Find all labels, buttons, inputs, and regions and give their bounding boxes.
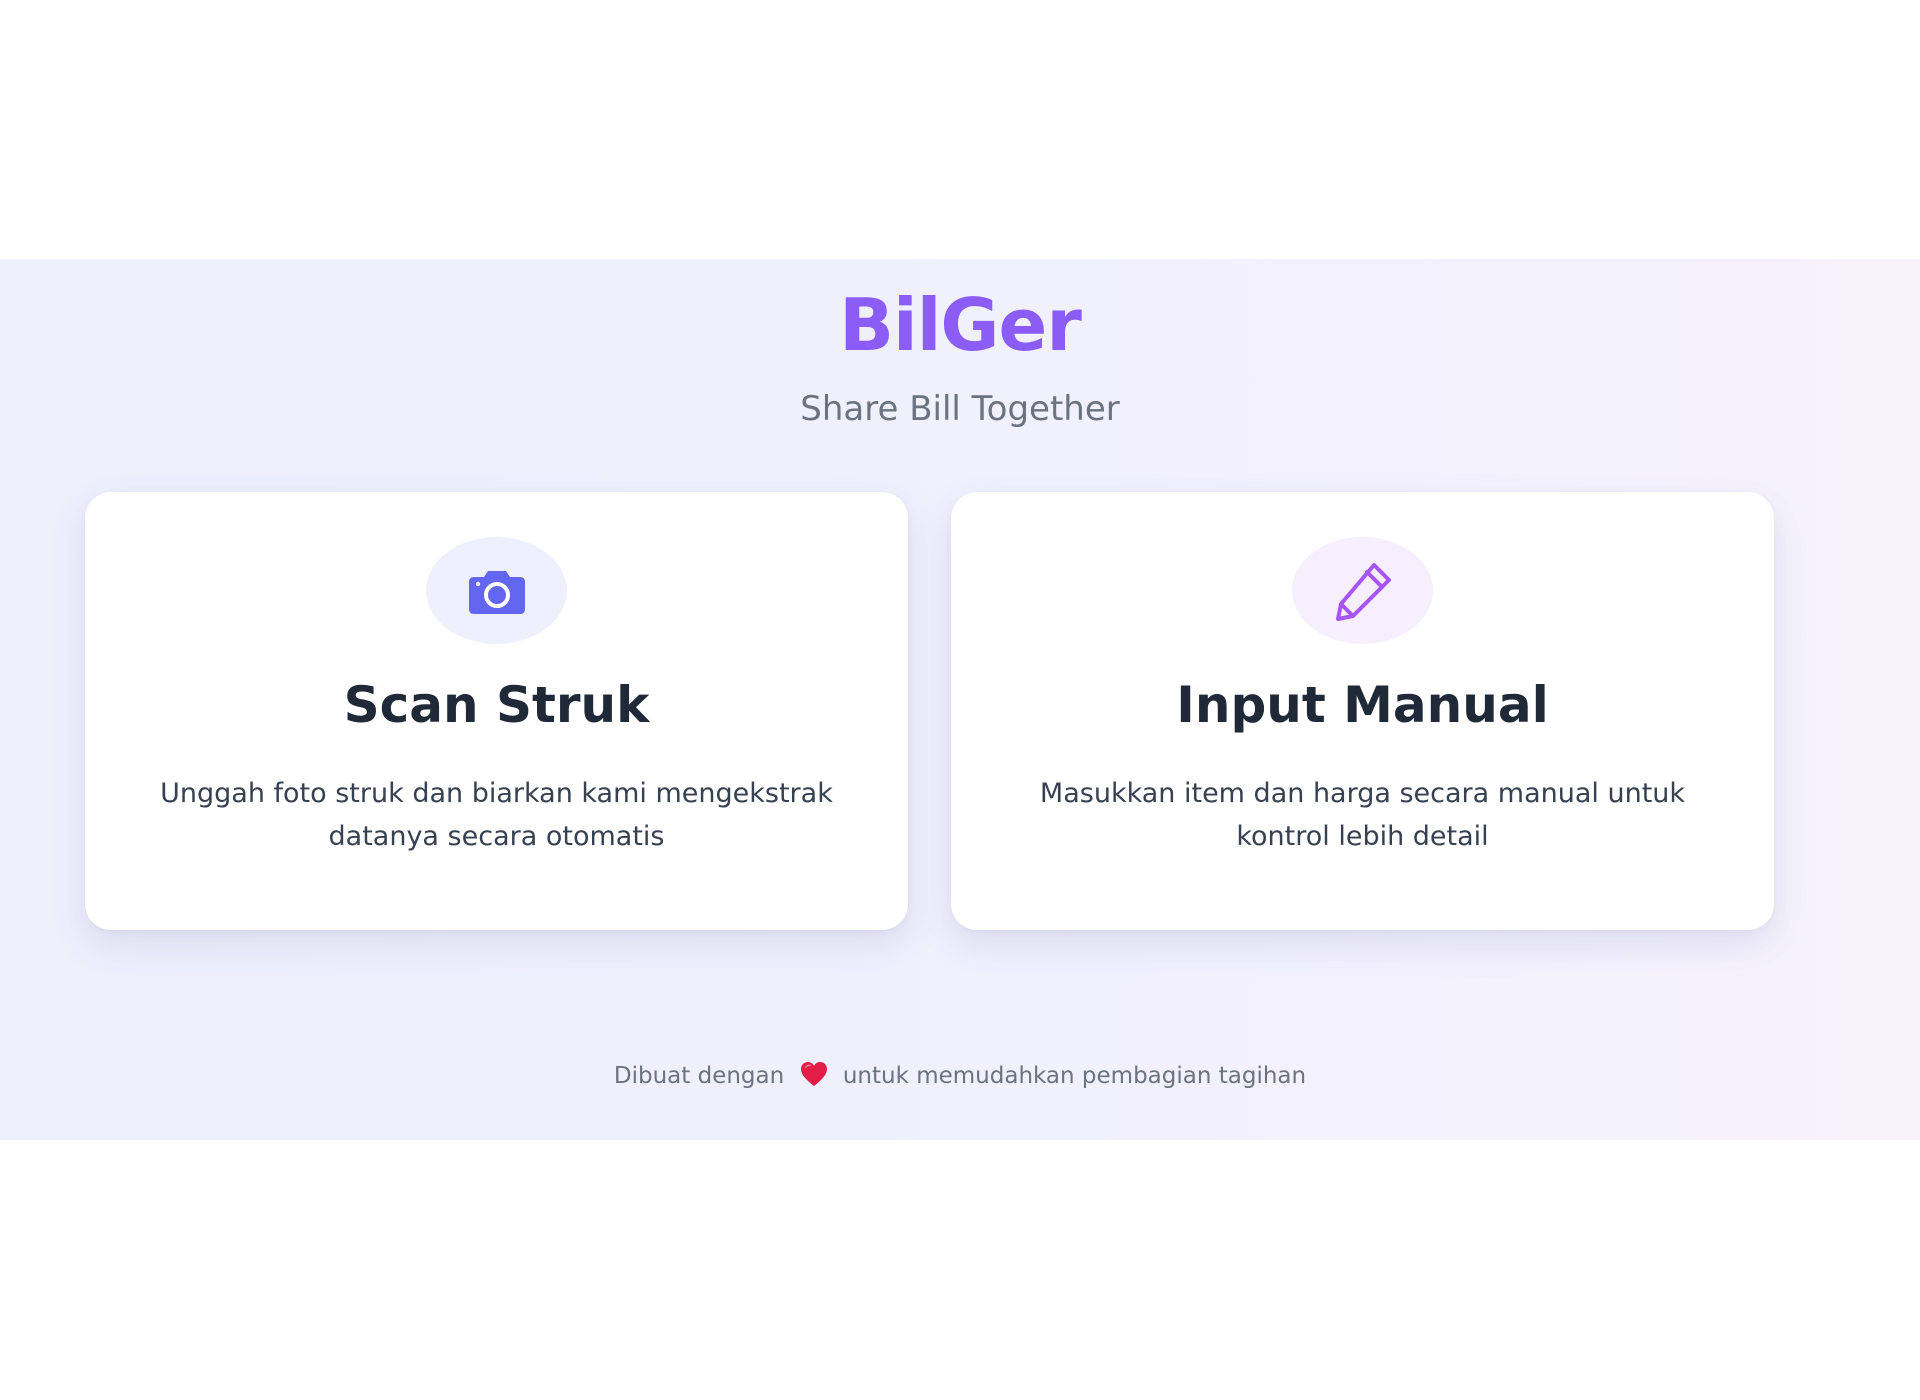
manual-input-description: Masukkan item dan harga secara manual un… (1039, 778, 1686, 852)
heart-icon (800, 1061, 828, 1095)
app-logo: BilGer (839, 283, 1082, 367)
footer-text-after: untuk memudahkan pembagian tagihan (842, 1063, 1307, 1089)
manual-input-title: Input Manual (1176, 676, 1549, 734)
app-tagline: Share Bill Together (800, 389, 1120, 429)
footer-note: Dibuat dengan untuk memudahkan pembagian… (0, 1061, 1920, 1095)
pencil-icon (1335, 562, 1391, 621)
camera-icon (468, 570, 525, 614)
scan-receipt-description: Unggah foto struk dan biarkan kami menge… (160, 778, 833, 852)
manual-icon-badge (1292, 537, 1433, 644)
scan-receipt-card[interactable]: Scan Struk Unggah foto struk dan biarkan… (85, 492, 908, 930)
footer-text-before: Dibuat dengan (613, 1063, 785, 1089)
scan-icon-badge (426, 537, 567, 644)
manual-input-card[interactable]: Input Manual Masukkan item dan harga sec… (951, 492, 1774, 930)
scan-receipt-title: Scan Struk (343, 676, 650, 734)
